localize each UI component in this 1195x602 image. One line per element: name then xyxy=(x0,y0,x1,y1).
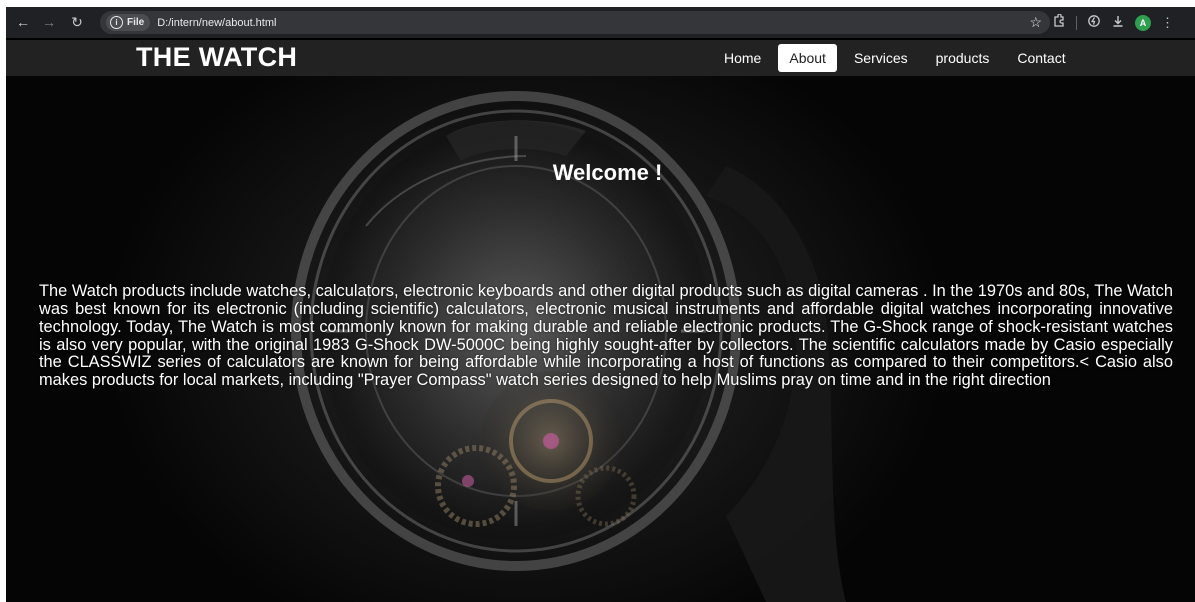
about-paragraph: The Watch products include watches, calc… xyxy=(39,282,1173,389)
nav-services[interactable]: Services xyxy=(843,44,919,72)
nav-home[interactable]: Home xyxy=(713,44,772,72)
more-menu-icon[interactable]: ⋮ xyxy=(1161,15,1174,31)
address-bar[interactable]: i File D:/intern/new/about.html ☆ xyxy=(100,11,1050,34)
site-logo[interactable]: THE WATCH xyxy=(136,42,297,73)
back-arrow-icon[interactable]: ← xyxy=(10,9,36,35)
info-icon: i xyxy=(110,16,123,29)
toolbar-separator xyxy=(1076,15,1077,30)
nav-contact[interactable]: Contact xyxy=(1006,44,1076,72)
site-nav: Home About Services products Contact xyxy=(713,44,1077,72)
site-header: THE WATCH Home About Services products C… xyxy=(6,40,1195,76)
url-text[interactable]: D:/intern/new/about.html xyxy=(157,17,276,29)
bookmark-star-icon[interactable]: ☆ xyxy=(1029,14,1042,31)
reload-icon[interactable]: ↻ xyxy=(64,9,90,35)
hero-section: Welcome ! The Watch products include wat… xyxy=(6,76,1195,602)
download-icon[interactable] xyxy=(1111,14,1125,31)
site-info-chip[interactable]: i File xyxy=(106,14,151,31)
browser-window: ← → ↻ i File D:/intern/new/about.html ☆ … xyxy=(6,7,1195,602)
welcome-heading: Welcome ! xyxy=(552,160,663,185)
file-chip-label: File xyxy=(127,17,145,28)
nav-about[interactable]: About xyxy=(778,44,837,72)
performance-icon[interactable] xyxy=(1087,14,1101,31)
nav-products[interactable]: products xyxy=(925,44,1001,72)
browser-toolbar: ← → ↻ i File D:/intern/new/about.html ☆ … xyxy=(6,7,1195,38)
browser-actions: A ⋮ xyxy=(1052,11,1174,34)
extensions-icon[interactable] xyxy=(1052,13,1066,31)
profile-avatar[interactable]: A xyxy=(1135,14,1151,31)
forward-arrow-icon[interactable]: → xyxy=(36,9,62,35)
